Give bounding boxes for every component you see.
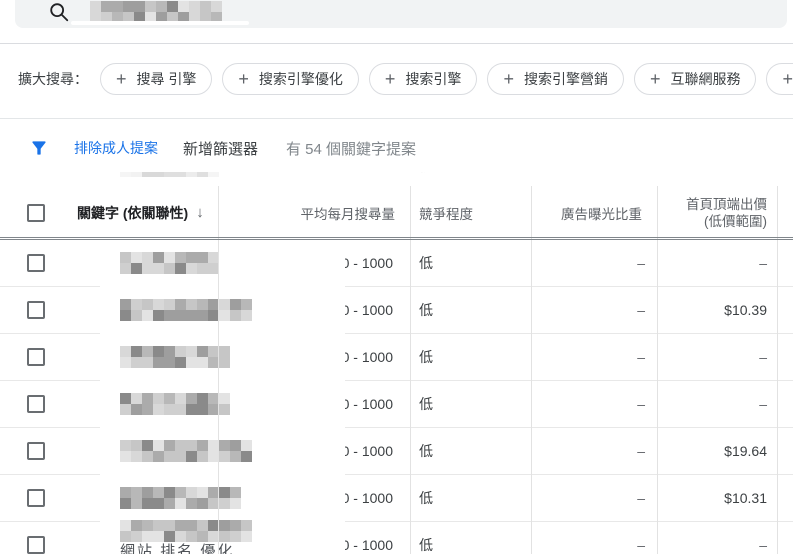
pixelated-keyword [120,346,230,368]
column-divider [410,186,411,554]
pixelated-keyword [120,393,230,415]
expand-keyword-chip[interactable]: + 網 [766,63,793,95]
keyword-header-cell[interactable]: 關鍵字 (依關聯性) ↓ [0,188,218,237]
top-of-page-bid-value: $10.39 [724,302,767,318]
row-checkbox[interactable] [27,395,45,413]
pixelated-keyword [120,440,252,462]
expand-search-row: 擴大搜尋： + 搜尋 引擎 + 搜索引擎優化 + 搜索引擎 + 搜索引擎營銷 +… [0,58,793,100]
table-row: 網站 排名 優化 100 - 1000 低 – – [0,515,793,554]
sort-descending-icon: ↓ [196,204,204,221]
competition-value: 低 [419,302,433,318]
top-of-page-bid-value: – [759,349,767,365]
empty-cell [777,334,793,380]
empty-cell [777,428,793,474]
keyword-cell: 網站 排名 優化 [0,515,345,554]
expand-keyword-chip[interactable]: + 搜索引擎營銷 [487,63,624,95]
keyword-results-count: 有 54 個關鍵字提案 [286,140,417,158]
plus-icon: + [238,69,249,89]
row-checkbox[interactable] [27,254,45,272]
filter-icon[interactable] [29,138,49,158]
scrolling-row-under-header: 100 - 1000 低 – – [0,172,793,188]
expand-keyword-chip[interactable]: + 搜索引擎 [368,63,478,95]
empty-cell [777,381,793,427]
chip-label: 搜索引擎優化 [258,71,343,87]
competition-header[interactable]: 競爭程度 [410,188,531,237]
suggestion-chips: + 搜尋 引擎 + 搜索引擎優化 + 搜索引擎 + 搜索引擎營銷 + 互聯網服務… [100,63,793,95]
row-checkbox[interactable] [27,301,45,319]
row-checkbox[interactable] [27,442,45,460]
ad-impression-share-value: – [637,490,645,506]
redacted-search-query [90,1,222,23]
keyword-search-bar[interactable] [15,0,787,28]
ad-impression-share-value: – [637,396,645,412]
row-checkbox[interactable] [27,348,45,366]
plus-icon: + [503,69,514,89]
exclude-adult-filter-link[interactable]: 排除成人提案 [74,138,158,158]
plus-icon: + [782,69,793,89]
table-header: 關鍵字 (依關聯性) ↓ 平均每月搜尋量 競爭程度 廣告曝光比重 首頁頂端出價 … [0,188,793,240]
ad-impression-share-value: – [637,255,645,271]
search-text-underline [71,21,249,25]
chip-label: 互聯網服務 [670,71,741,87]
expand-keyword-chip[interactable]: + 搜索引擎優化 [222,63,359,95]
chip-label: 搜索引擎 [405,71,462,87]
filter-bar: 排除成人提案 新增篩選器 有 54 個關鍵字提案 [0,126,793,170]
competition-value: 低 [419,255,433,271]
top-of-page-bid-value: – [759,255,767,271]
keyword-planner-screen: 擴大搜尋： + 搜尋 引擎 + 搜索引擎優化 + 搜索引擎 + 搜索引擎營銷 +… [0,0,793,554]
top-of-page-bid-value: – [759,396,767,412]
divider [0,43,793,44]
row-checkbox[interactable] [27,489,45,507]
empty-cell [777,475,793,521]
pixelated-keyword [120,520,252,542]
ad-impression-share-value: – [637,302,645,318]
search-icon [50,3,69,22]
avg-monthly-searches-header[interactable]: 平均每月搜尋量 [218,188,410,237]
top-of-page-bid-header[interactable]: 首頁頂端出價 (低價範圍) [657,188,777,237]
redacted-keyword: 網站 排名 優化 [100,515,345,554]
pixelated-keyword [120,252,219,274]
competition-value: 低 [419,396,433,412]
empty-cell [777,287,793,333]
top-of-page-bid-value: – [759,537,767,553]
expand-keyword-chip[interactable]: + 搜尋 引擎 [100,63,213,95]
ad-impression-share-value: – [637,537,645,553]
row-checkbox[interactable] [27,536,45,554]
ad-impression-share-header[interactable]: 廣告曝光比重 [531,188,657,237]
column-divider [218,186,219,554]
chip-label: 搜索引擎營銷 [523,71,608,87]
add-filter-button[interactable]: 新增篩選器 [183,138,258,159]
chip-label: 搜尋 引擎 [136,71,197,87]
expand-search-label: 擴大搜尋： [18,71,88,87]
column-divider [531,186,532,554]
divider [0,118,793,119]
pixelated-keyword [120,299,252,321]
top-of-page-bid-value: $10.31 [724,490,767,506]
pixelated-keyword [120,487,241,509]
column-divider [777,186,778,554]
top-of-page-bid-value: $19.64 [724,443,767,459]
select-all-checkbox[interactable] [27,203,45,222]
column-divider [657,186,658,554]
plus-icon: + [384,69,396,89]
partially-visible-keyword: 網站 排名 優化 [120,543,235,554]
competition-value: 低 [419,349,433,365]
expand-keyword-chip[interactable]: + 互聯網服務 [633,63,757,95]
plus-icon: + [649,69,661,89]
competition-value: 低 [419,490,433,506]
plus-icon: + [116,69,127,89]
empty-cell [777,240,793,286]
competition-value: 低 [419,537,433,553]
empty-cell [777,522,793,554]
keyword-header-label: 關鍵字 (依關聯性) [77,204,189,221]
table-body: 100 - 1000 低 – – 100 - 1000 低 – $10.39 1… [0,233,793,554]
ad-impression-share-value: – [637,443,645,459]
ad-impression-share-value: – [637,349,645,365]
competition-value: 低 [419,443,433,459]
empty-header-cell [777,188,793,237]
